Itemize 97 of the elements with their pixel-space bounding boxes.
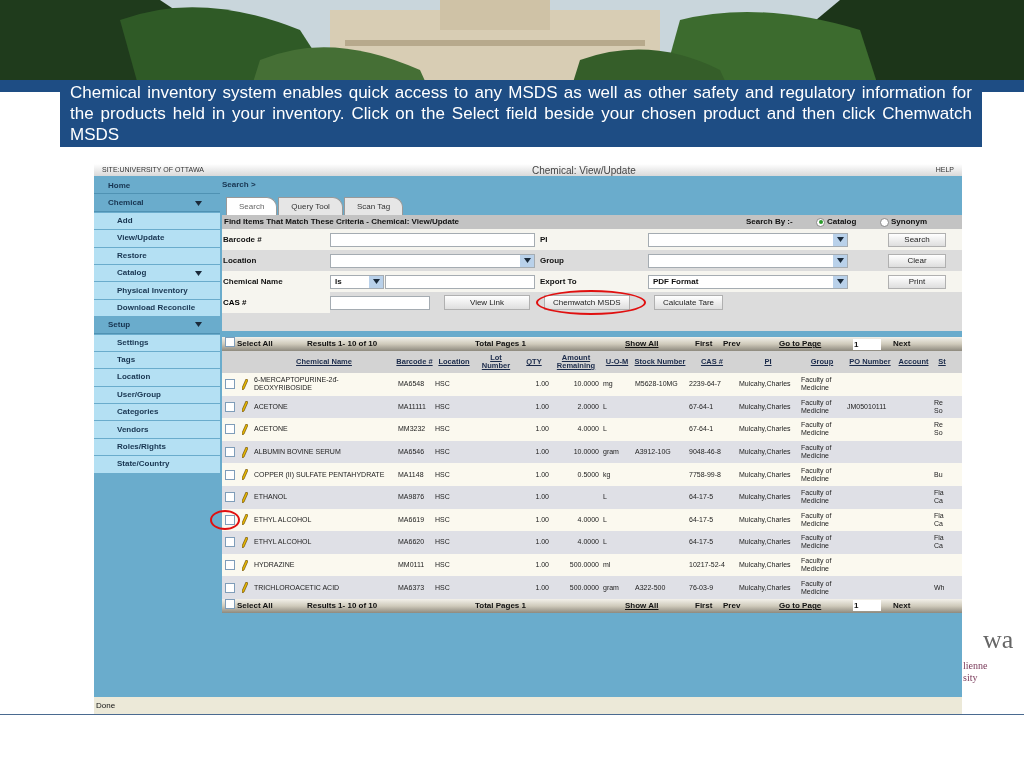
go-to-page-link[interactable]: Go to Page xyxy=(779,338,853,350)
field-label: Export To xyxy=(539,275,578,288)
logo-fragment: lienne xyxy=(963,660,989,672)
next-link[interactable]: Next xyxy=(893,338,911,350)
dropdown-field[interactable] xyxy=(648,232,848,247)
logo-fragment: sity xyxy=(963,672,979,684)
page-input[interactable]: 1 xyxy=(853,600,881,612)
page-input[interactable]: 1 xyxy=(853,338,881,350)
pencil-icon[interactable] xyxy=(242,469,248,481)
dropdown-arrow-icon xyxy=(836,279,844,284)
pencil-icon[interactable] xyxy=(242,536,248,548)
page-title: Chemical: View/Update xyxy=(532,164,637,178)
first-link[interactable]: First xyxy=(695,338,723,350)
dropdown-arrow-icon xyxy=(195,270,202,276)
sidebar-item[interactable]: User/Group xyxy=(94,386,220,404)
sidebar-item[interactable]: Restore xyxy=(94,247,220,264)
go-to-page-link[interactable]: Go to Page xyxy=(779,599,853,612)
action-button[interactable]: Calculate Tare xyxy=(654,295,723,310)
pencil-icon[interactable] xyxy=(242,378,248,390)
sidebar-item[interactable]: Location xyxy=(94,369,220,386)
field-label: PI xyxy=(539,233,549,246)
search-by-label: Search By :- xyxy=(746,216,794,228)
show-all-link[interactable]: Show All xyxy=(625,599,695,612)
field-label: Chemical Name xyxy=(222,275,284,288)
checkbox[interactable] xyxy=(225,492,235,503)
dropdown-arrow-icon xyxy=(195,322,202,328)
status-text: Done xyxy=(96,699,116,712)
select-all-label[interactable]: Select All xyxy=(237,599,307,612)
breadcrumb: Search > xyxy=(222,178,257,191)
checkbox[interactable] xyxy=(225,379,235,390)
results-count: Results 1- 10 of 10 xyxy=(307,599,379,612)
total-pages: Total Pages 1 xyxy=(475,338,527,350)
pencil-icon[interactable] xyxy=(242,582,248,594)
text-field[interactable] xyxy=(330,295,430,310)
dropdown-arrow-icon xyxy=(836,237,844,242)
dropdown-field[interactable] xyxy=(330,253,535,268)
dropdown-field[interactable]: PDF Format xyxy=(648,274,848,289)
pencil-icon[interactable] xyxy=(242,424,248,435)
tab[interactable]: Search xyxy=(226,197,278,215)
tab[interactable]: Query Tool xyxy=(278,197,343,215)
panel-title: Find Items That Match These Criteria - Chemical: View/Update xyxy=(224,216,460,228)
sidebar-item[interactable]: Download Reconcile xyxy=(94,299,220,317)
pencil-icon[interactable] xyxy=(242,446,248,458)
checkbox[interactable] xyxy=(225,447,235,458)
sidebar-item[interactable]: Vendors xyxy=(94,421,220,438)
form-button[interactable]: Print xyxy=(888,274,946,289)
dropdown-arrow-icon xyxy=(195,200,202,206)
field-label: Barcode # xyxy=(222,233,263,246)
view-link-button[interactable]: View Link xyxy=(444,295,530,310)
sidebar-item[interactable]: Categories xyxy=(94,404,220,421)
checkbox[interactable] xyxy=(225,598,235,609)
pencil-icon[interactable] xyxy=(242,514,248,526)
checkbox[interactable] xyxy=(225,424,235,435)
select-all-label[interactable]: Select All xyxy=(237,338,307,350)
dropdown-arrow-icon xyxy=(523,258,531,263)
text-field[interactable] xyxy=(330,232,535,247)
sidebar-item[interactable]: Settings xyxy=(94,334,220,351)
dropdown-field[interactable] xyxy=(648,253,848,268)
prev-link[interactable]: Prev xyxy=(723,599,779,612)
radio-option[interactable]: Catalog xyxy=(816,216,880,228)
first-link[interactable]: First xyxy=(695,599,723,612)
field-label: Location xyxy=(222,254,258,267)
action-button[interactable]: Chemwatch MSDS xyxy=(544,295,630,310)
caption-text: Chemical inventory system enables quick access to any MSDS as well as other safety and regulatory information for the products held in your inventory. Click on the Select field beside your chosen product and then click Chemwatch MSDS xyxy=(70,82,972,145)
radio-option[interactable]: Synonym xyxy=(880,216,944,228)
sidebar-item[interactable]: Tags xyxy=(94,351,220,369)
form-button[interactable]: Search xyxy=(888,232,946,247)
form-button[interactable]: Clear xyxy=(888,253,946,268)
next-link[interactable]: Next xyxy=(893,599,911,612)
prev-link[interactable]: Prev xyxy=(723,338,779,350)
checkbox[interactable] xyxy=(225,469,235,480)
dropdown-arrow-icon xyxy=(836,258,844,263)
dropdown-arrow-icon xyxy=(372,279,380,284)
operator-dropdown[interactable]: Is xyxy=(330,274,384,289)
checkbox[interactable] xyxy=(225,537,235,548)
checkbox[interactable] xyxy=(225,560,235,571)
pencil-icon[interactable] xyxy=(242,491,248,503)
results-count: Results 1- 10 of 10 xyxy=(307,338,379,350)
show-all-link[interactable]: Show All xyxy=(625,338,695,350)
sidebar-item[interactable]: State/Country xyxy=(94,456,220,473)
tab[interactable]: Scan Tag xyxy=(343,197,404,215)
field-label: CAS # xyxy=(222,296,248,309)
checkbox[interactable] xyxy=(225,337,235,347)
total-pages: Total Pages 1 xyxy=(475,599,527,612)
checkbox[interactable] xyxy=(225,514,235,525)
checkbox[interactable] xyxy=(225,401,235,412)
logo-fragment: wa xyxy=(982,626,1014,654)
text-field[interactable] xyxy=(385,274,535,289)
sidebar-item[interactable]: Catalog xyxy=(94,264,220,282)
field-label: Group xyxy=(539,254,565,267)
sidebar-item[interactable]: Roles/Rights xyxy=(94,438,220,456)
pencil-icon[interactable] xyxy=(242,401,248,413)
pencil-icon[interactable] xyxy=(242,559,248,571)
sidebar-item[interactable]: Physical Inventory xyxy=(94,282,220,299)
sidebar-item[interactable]: View/Update xyxy=(94,230,220,247)
sidebar-item[interactable]: Add xyxy=(94,212,220,230)
checkbox[interactable] xyxy=(225,582,235,593)
